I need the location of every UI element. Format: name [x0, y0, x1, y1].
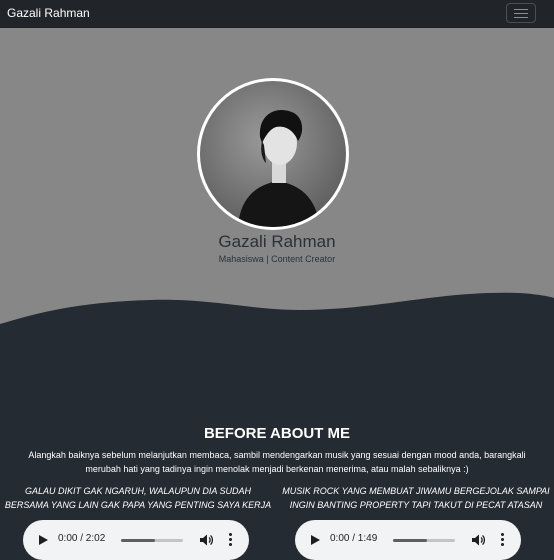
profile-avatar	[197, 78, 349, 230]
profile-subtitle: Mahasiswa | Content Creator	[218, 254, 336, 264]
more-options-icon[interactable]	[227, 533, 233, 547]
volume-icon[interactable]	[199, 533, 213, 547]
play-icon[interactable]	[309, 534, 321, 546]
wave-divider	[0, 292, 554, 330]
section-title: BEFORE ABOUT ME	[203, 425, 351, 442]
profile-name: Gazali Rahman	[218, 232, 336, 251]
track-caption: GALAU DIKIT GAK NGARUH, WALAUPUN DIA SUD…	[4, 486, 272, 510]
section-intro: Alangkah baiknya sebelum melanjutkan mem…	[28, 450, 526, 474]
hero-section: Gazali Rahman Mahasiswa | Content Creato…	[0, 28, 554, 330]
hamburger-icon	[514, 9, 528, 10]
navbar: Gazali Rahman	[0, 0, 554, 28]
volume-slider-fill	[393, 539, 428, 542]
play-icon[interactable]	[37, 534, 49, 546]
time-display: 0:00 / 2:02	[58, 533, 106, 544]
volume-slider[interactable]	[121, 539, 183, 542]
audio-player: 0:00 / 1:49	[295, 520, 521, 560]
volume-slider-fill	[121, 539, 156, 542]
track-caption: MUSIK ROCK YANG MEMBUAT JIWAMU BERGEJOLA…	[282, 486, 550, 510]
profile-photo	[200, 81, 346, 227]
navbar-brand[interactable]: Gazali Rahman	[7, 6, 90, 20]
navbar-toggler-button[interactable]	[506, 3, 536, 23]
audio-player: 0:00 / 2:02	[23, 520, 249, 560]
volume-icon[interactable]	[471, 533, 485, 547]
time-display: 0:00 / 1:49	[330, 533, 378, 544]
more-options-icon[interactable]	[499, 533, 505, 547]
volume-slider[interactable]	[393, 539, 455, 542]
